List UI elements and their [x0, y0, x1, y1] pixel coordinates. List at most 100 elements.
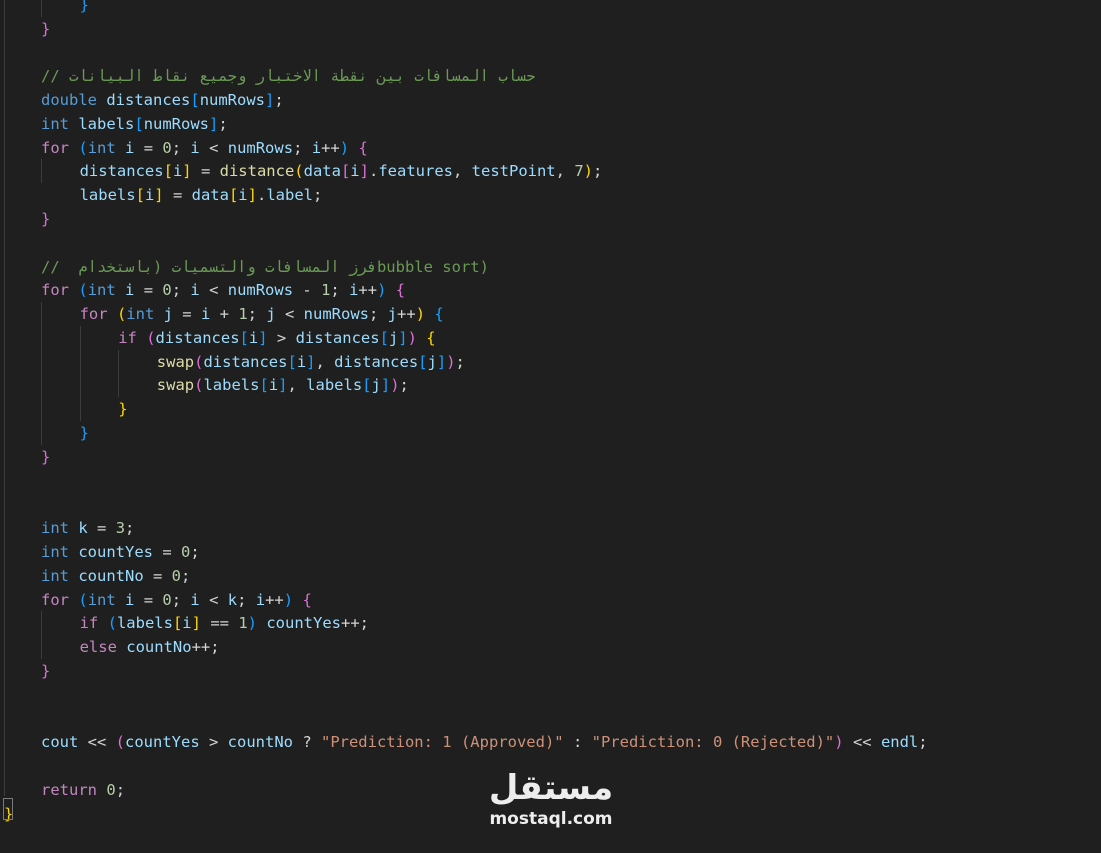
code-editor[interactable]: }} // حساب المسافات بين نقطة الاختبار وجم…	[0, 0, 1101, 853]
code-token: ;	[369, 305, 388, 324]
code-token: <<	[843, 733, 881, 752]
code-token: i	[238, 186, 248, 205]
code-token: ;	[918, 733, 928, 752]
code-line[interactable]: else countNo++;	[80, 635, 220, 659]
code-line[interactable]: int countYes = 0;	[41, 540, 200, 564]
code-token: 0	[181, 542, 191, 561]
code-token: ;	[115, 780, 126, 799]
code-line[interactable]: if (labels[i] == 1) countYes++;	[80, 611, 369, 635]
code-line[interactable]: // حساب المسافات بين نقطة الاختبار وجميع…	[41, 64, 536, 88]
code-token: }	[41, 447, 51, 466]
code-token: >	[267, 328, 296, 347]
code-token: =	[134, 590, 163, 609]
code-token: ]	[306, 352, 316, 371]
code-token: distances	[155, 328, 240, 347]
code-token: numRows	[227, 281, 294, 300]
code-token: j	[163, 305, 173, 324]
code-line[interactable]: if (distances[i] > distances[j]) {	[118, 326, 435, 350]
code-line[interactable]: cout << (countYes > countNo ? "Predictio…	[41, 730, 928, 754]
code-token: 3	[115, 519, 126, 538]
code-token: [	[134, 114, 144, 133]
code-token: =	[163, 186, 192, 205]
code-line[interactable]: for (int j = i + 1; j < numRows; j++) {	[80, 302, 444, 326]
code-line[interactable]: }	[118, 397, 127, 421]
code-token: <	[199, 281, 228, 300]
code-line[interactable]: for (int i = 0; i < numRows - 1; i++) {	[41, 278, 405, 302]
code-token: distances	[106, 91, 191, 110]
code-line[interactable]: }	[41, 445, 50, 469]
code-token: (	[78, 138, 88, 157]
code-token: ;	[181, 566, 191, 585]
code-line[interactable]: int k = 3;	[41, 516, 134, 540]
code-line[interactable]: labels[i] = data[i].label;	[80, 183, 323, 207]
code-token: -	[293, 281, 322, 300]
code-line[interactable]: // فرز المسافات والتسميات (باستخدام bubb…	[41, 255, 489, 279]
indent-guide	[41, 0, 42, 17]
code-token: j	[266, 305, 276, 324]
code-token: ;	[359, 614, 370, 633]
code-token: ]	[398, 328, 408, 347]
code-token: ]	[154, 186, 164, 205]
code-line[interactable]: return 0;	[41, 778, 125, 802]
code-token: [	[190, 91, 200, 110]
code-line[interactable]: }	[41, 207, 50, 231]
code-token: ;	[455, 352, 465, 371]
code-token: }	[41, 210, 51, 229]
code-token: ++	[321, 138, 340, 157]
code-line[interactable]: for (int i = 0; i < k; i++) {	[41, 588, 312, 612]
code-token: numRows	[227, 138, 294, 157]
code-token: =	[134, 281, 163, 300]
code-line[interactable]: }	[41, 17, 50, 41]
code-token: ;	[593, 162, 603, 181]
code-token: ,	[315, 352, 335, 371]
code-token: j	[371, 376, 381, 395]
code-line[interactable]: }	[80, 421, 89, 445]
code-line[interactable]: swap(distances[i], distances[j]);	[157, 350, 465, 374]
code-token: i	[311, 138, 322, 157]
code-token: labels	[79, 186, 136, 205]
code-token: (	[116, 305, 127, 324]
code-line[interactable]: for (int i = 0; i < numRows; i++) {	[41, 136, 368, 160]
code-token: )	[339, 138, 350, 157]
code-token: countNo	[78, 566, 144, 585]
code-token: ==	[200, 614, 239, 633]
code-line[interactable]: int countNo = 0;	[41, 564, 190, 588]
code-token: for	[79, 305, 108, 324]
code-line[interactable]: }	[41, 659, 50, 683]
code-token: =	[172, 305, 201, 324]
code-line[interactable]: swap(labels[i], labels[j]);	[157, 373, 409, 397]
code-token: ++	[397, 305, 416, 324]
code-token: i	[200, 305, 211, 324]
code-line[interactable]: }	[80, 0, 89, 17]
indent-guide	[41, 159, 42, 184]
code-token: {	[426, 328, 436, 347]
code-token: i	[255, 590, 266, 609]
code-token: [	[228, 186, 239, 205]
code-token: ?	[292, 733, 321, 752]
code-line[interactable]: distances[i] = distance(data[i].features…	[80, 159, 603, 183]
watermark-url: mostaql.com	[489, 809, 613, 829]
code-token: "Prediction: 0 (Rejected)"	[591, 733, 835, 752]
code-line[interactable]: int labels[numRows];	[41, 112, 228, 136]
code-token: countYes	[266, 614, 341, 633]
code-token: ;	[313, 186, 323, 205]
code-token: <	[199, 138, 228, 157]
code-token: {	[395, 281, 406, 300]
code-token: =	[134, 138, 163, 157]
code-token: ]	[258, 328, 268, 347]
code-token: "Prediction: 1 (Approved)"	[320, 733, 564, 752]
code-token: ++	[265, 590, 284, 609]
indent-guide	[41, 611, 42, 659]
code-token: for	[41, 590, 69, 609]
code-line[interactable]: double distances[numRows];	[41, 88, 284, 112]
code-token: int	[41, 542, 69, 561]
code-token: j	[427, 352, 437, 371]
